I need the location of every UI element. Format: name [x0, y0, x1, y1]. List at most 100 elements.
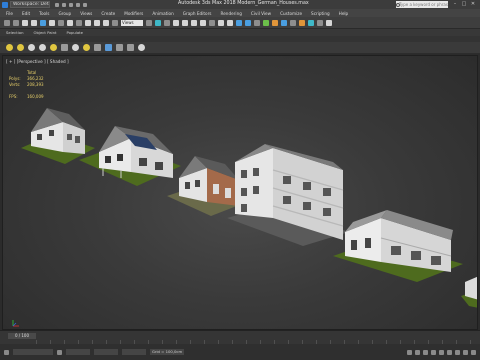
- play-icon[interactable]: [423, 349, 428, 355]
- schematic-view-icon[interactable]: [263, 19, 269, 26]
- perspective-viewport[interactable]: [ + ] [Perspective ] [ Shaded ] Total Po…: [2, 55, 478, 330]
- save-icon[interactable]: [69, 2, 73, 7]
- house-1[interactable]: [21, 108, 95, 164]
- render-preview-icon[interactable]: [105, 44, 112, 51]
- default-lights-icon[interactable]: [6, 44, 13, 51]
- orbit-icon[interactable]: [455, 349, 460, 355]
- close-button[interactable]: ✕: [470, 1, 476, 7]
- render-setup-icon[interactable]: [281, 19, 287, 26]
- redo-icon[interactable]: [83, 2, 87, 7]
- menu-file[interactable]: File: [6, 11, 13, 16]
- align-icon[interactable]: [227, 19, 233, 26]
- workspace-dropdown[interactable]: Workspace: Default: [10, 1, 50, 8]
- menu-customize[interactable]: Customize: [280, 11, 302, 16]
- placement-icon[interactable]: [112, 19, 118, 26]
- timeline[interactable]: 0 / 100: [0, 330, 480, 344]
- sky-icon[interactable]: [72, 44, 79, 51]
- status-bar: Grid = 100,0cm: [0, 344, 480, 360]
- menu-rendering[interactable]: Rendering: [221, 11, 242, 16]
- sunlight-icon[interactable]: [17, 44, 24, 51]
- app-logo-icon[interactable]: [2, 1, 8, 8]
- scene-explorer-icon[interactable]: [245, 19, 251, 26]
- maximize-button[interactable]: □: [461, 1, 467, 7]
- shadows-icon[interactable]: [28, 44, 35, 51]
- viewport-layout-icon[interactable]: [326, 19, 332, 26]
- link-icon[interactable]: [22, 19, 28, 26]
- menu-help[interactable]: Help: [339, 11, 349, 16]
- pivot-icon[interactable]: [146, 19, 152, 26]
- menu-animation[interactable]: Animation: [152, 11, 173, 16]
- reference-coordinate-dropdown[interactable]: Views: [121, 19, 143, 26]
- curve-editor-icon[interactable]: [254, 19, 260, 26]
- maxscript-listener-icon[interactable]: [4, 349, 9, 355]
- time-slider[interactable]: 0 / 100: [8, 333, 36, 339]
- search-input[interactable]: Type a keyword or phrase: [396, 1, 448, 8]
- ribbon-tab-populate[interactable]: Populate: [66, 30, 83, 35]
- lighting-icon[interactable]: [50, 44, 57, 51]
- select-manipulate-icon[interactable]: [155, 19, 161, 26]
- menu-modifiers[interactable]: Modifiers: [124, 11, 143, 16]
- house-5[interactable]: [333, 210, 463, 282]
- angle-snap-icon[interactable]: [182, 19, 188, 26]
- x-coordinate-field[interactable]: [66, 349, 90, 355]
- menu-civil-view[interactable]: Civil View: [251, 11, 271, 16]
- select-region-icon[interactable]: [67, 19, 73, 26]
- menu-tools[interactable]: Tools: [39, 11, 49, 16]
- maximize-viewport-icon[interactable]: [471, 349, 476, 355]
- safe-frame-icon[interactable]: [127, 44, 134, 51]
- spinner-snap-icon[interactable]: [200, 19, 206, 26]
- menu-edit[interactable]: Edit: [22, 11, 30, 16]
- layer-explorer-icon[interactable]: [236, 19, 242, 26]
- menu-create[interactable]: Create: [101, 11, 115, 16]
- open-file-icon[interactable]: [62, 2, 66, 7]
- house-2[interactable]: [79, 126, 181, 186]
- render-production-icon[interactable]: [299, 19, 305, 26]
- previous-frame-icon[interactable]: [415, 349, 420, 355]
- container-icon[interactable]: [317, 19, 323, 26]
- menu-group[interactable]: Group: [58, 11, 71, 16]
- mirror-icon[interactable]: [218, 19, 224, 26]
- menu-views[interactable]: Views: [80, 11, 92, 16]
- render-online-icon[interactable]: [308, 19, 314, 26]
- go-to-end-icon[interactable]: [439, 349, 444, 355]
- statistics-icon[interactable]: [138, 44, 145, 51]
- rendered-frame-window-icon[interactable]: [290, 19, 296, 26]
- move-icon[interactable]: [85, 19, 91, 26]
- percent-snap-icon[interactable]: [191, 19, 197, 26]
- new-file-icon[interactable]: [55, 2, 59, 7]
- select-by-name-icon[interactable]: [58, 19, 64, 26]
- house-4[interactable]: [227, 144, 349, 246]
- material-editor-icon[interactable]: [272, 19, 278, 26]
- menu-scripting[interactable]: Scripting: [311, 11, 330, 16]
- snaps-toggle-icon[interactable]: [173, 19, 179, 26]
- maxscript-mini-listener[interactable]: [13, 349, 53, 355]
- menu-graph-editors[interactable]: Graph Editors: [183, 11, 212, 16]
- ribbon-tab-object-paint[interactable]: Object Paint: [34, 30, 57, 35]
- keyboard-shortcut-icon[interactable]: [164, 19, 170, 26]
- y-coordinate-field[interactable]: [94, 349, 118, 355]
- undo-icon[interactable]: [4, 19, 10, 26]
- select-object-icon[interactable]: [49, 19, 55, 26]
- go-to-start-icon[interactable]: [407, 349, 412, 355]
- window-crossing-icon[interactable]: [76, 19, 82, 26]
- redo-icon[interactable]: [13, 19, 19, 26]
- background-icon[interactable]: [94, 44, 101, 51]
- scale-icon[interactable]: [103, 19, 109, 26]
- next-frame-icon[interactable]: [431, 349, 436, 355]
- grid-icon[interactable]: [116, 44, 123, 51]
- bind-space-warp-icon[interactable]: [40, 19, 46, 26]
- exposure-icon[interactable]: [61, 44, 68, 51]
- ambient-occlusion-icon[interactable]: [39, 44, 46, 51]
- zoom-icon[interactable]: [447, 349, 452, 355]
- z-coordinate-field[interactable]: [122, 349, 146, 355]
- lock-selection-icon[interactable]: [57, 349, 62, 355]
- rotate-icon[interactable]: [94, 19, 100, 26]
- skylight-icon[interactable]: [83, 44, 90, 51]
- ribbon-tab-selection[interactable]: Selection: [6, 30, 24, 35]
- unlink-icon[interactable]: [31, 19, 37, 26]
- house-6[interactable]: [461, 276, 478, 308]
- named-selection-icon[interactable]: [209, 19, 215, 26]
- minimize-button[interactable]: –: [452, 1, 458, 7]
- pan-icon[interactable]: [463, 349, 468, 355]
- undo-icon[interactable]: [76, 2, 80, 7]
